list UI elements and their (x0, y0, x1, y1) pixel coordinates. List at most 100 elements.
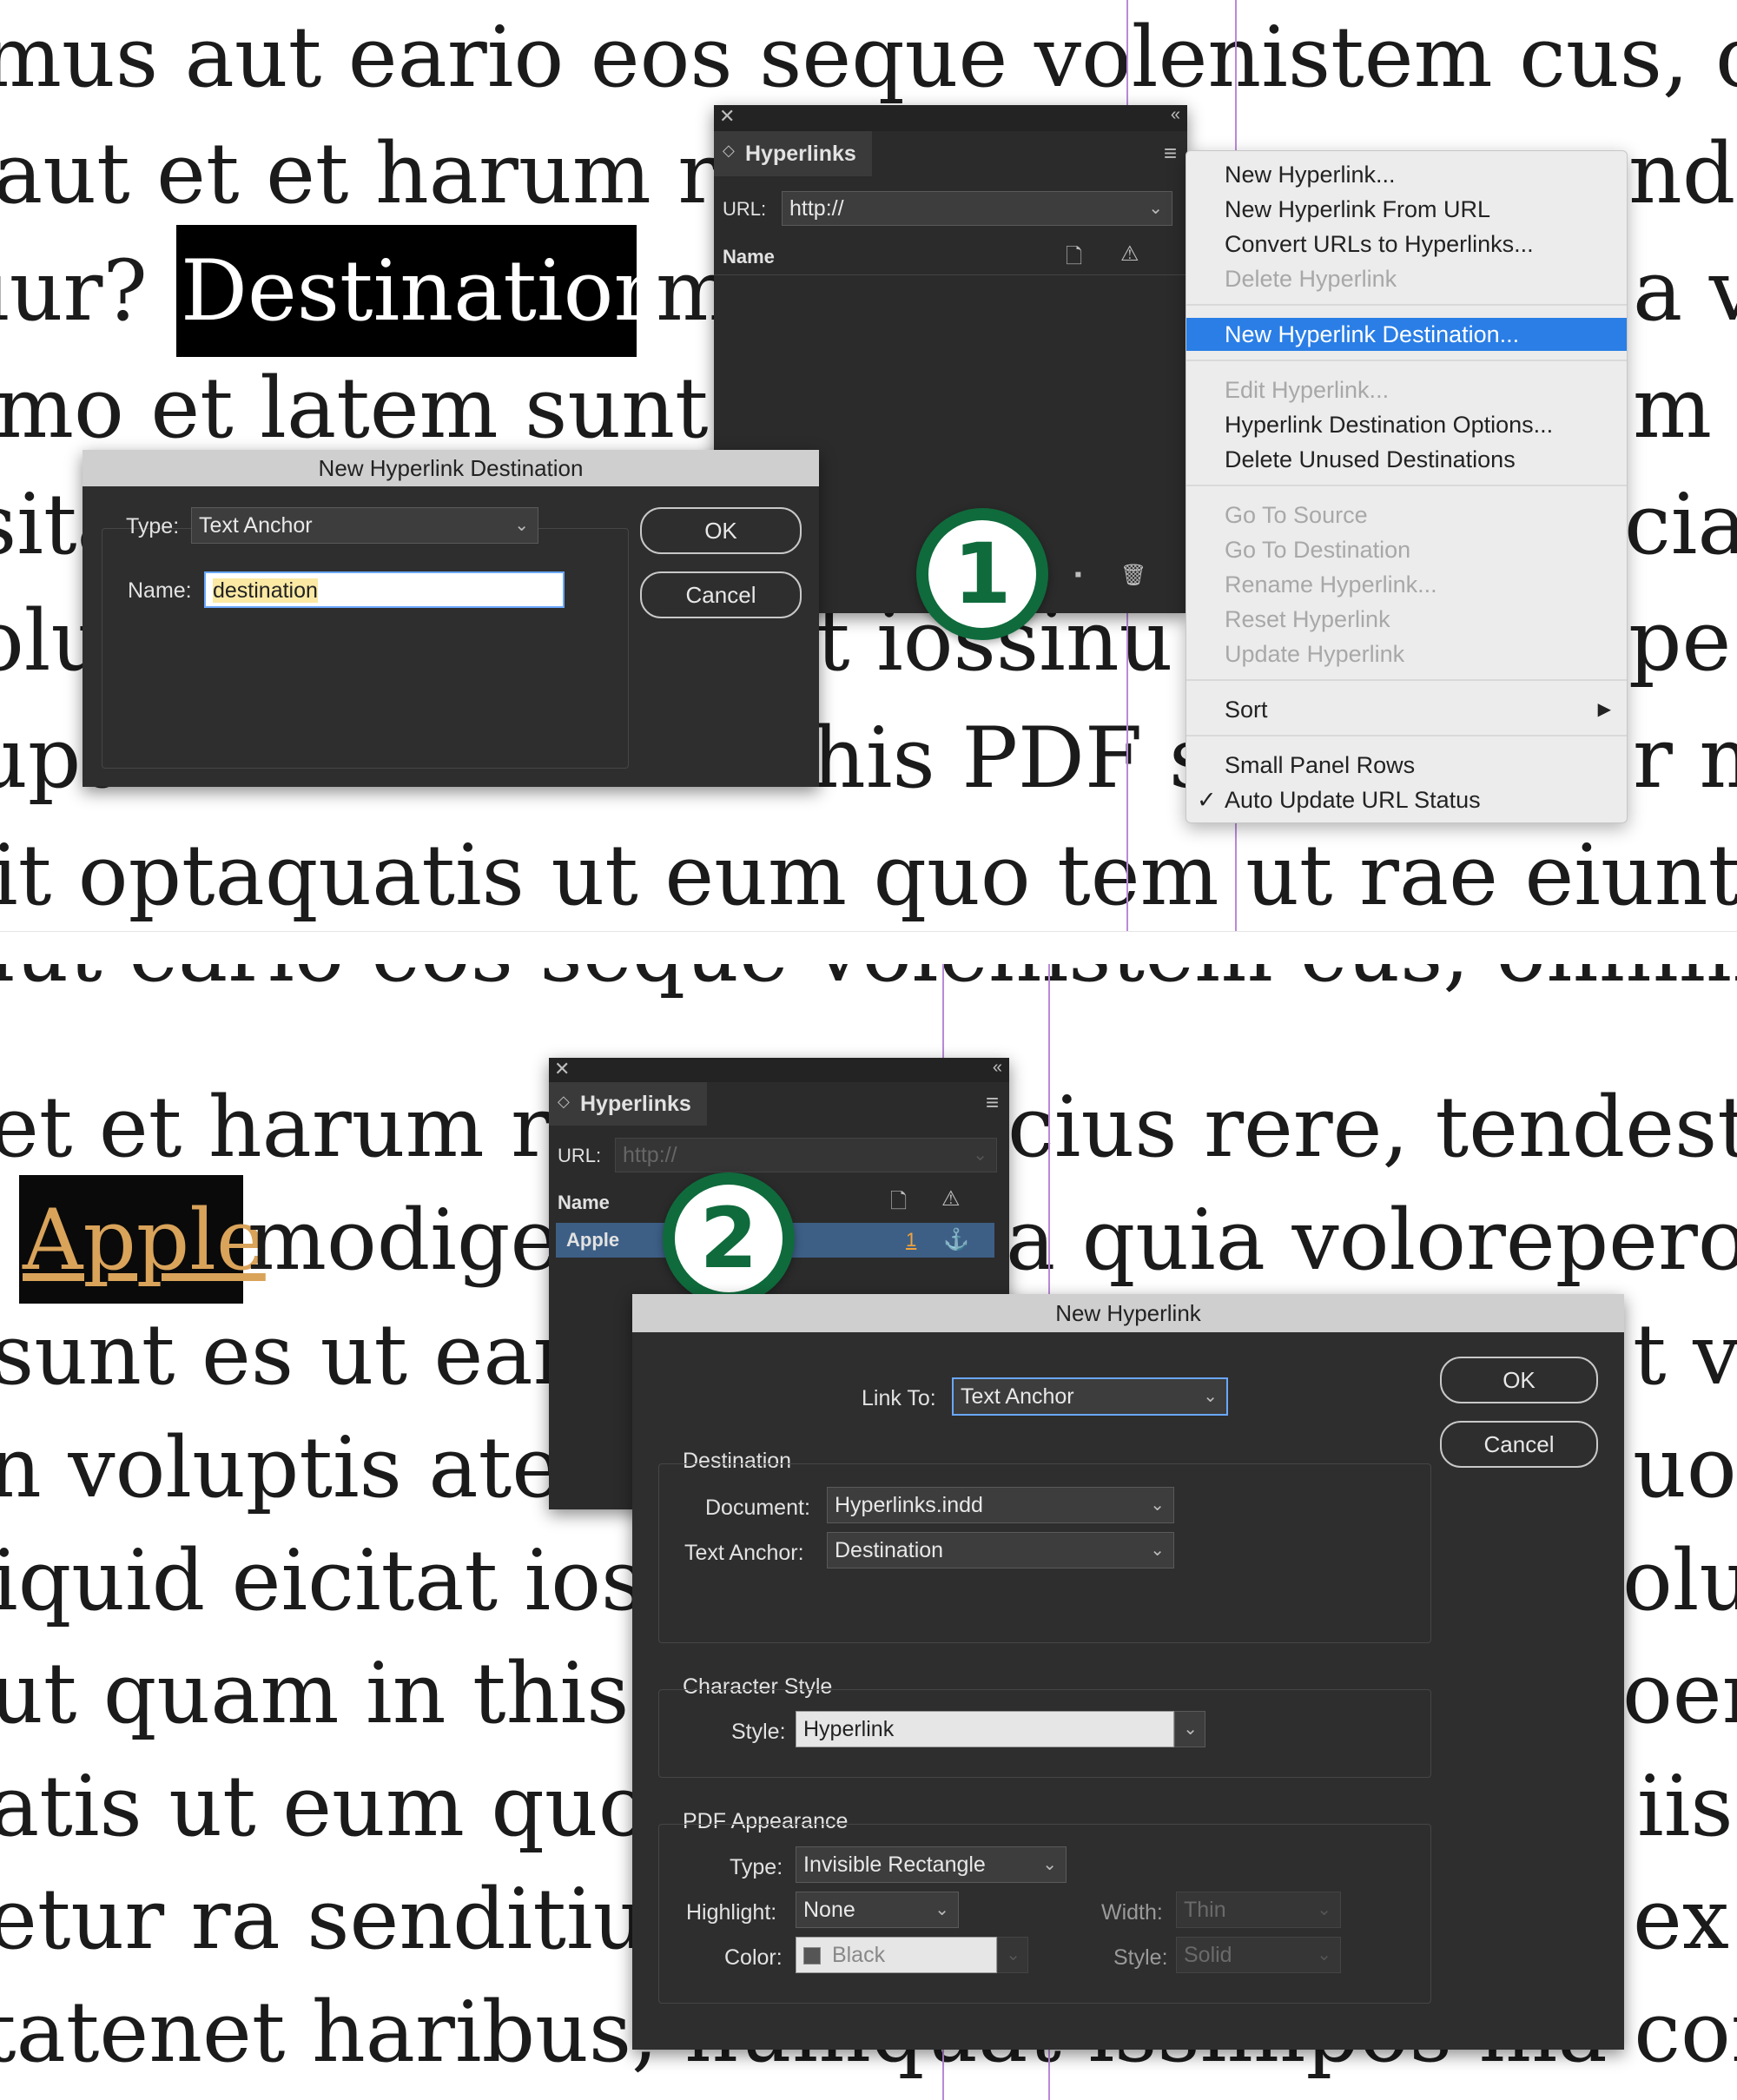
menu-item-new-hyperlink-from-url[interactable]: New Hyperlink From URL (1186, 193, 1627, 226)
body-text-fragment: modige (248, 1192, 560, 1289)
chevron-down-icon[interactable]: ⌄ (514, 508, 529, 543)
menu-item-convert-urls[interactable]: Convert URLs to Hyperlinks... (1186, 228, 1627, 261)
panel-header-strip: ✕ « (714, 105, 1187, 131)
url-value: http:// (789, 196, 844, 221)
document-value: Hyperlinks.indd (835, 1493, 983, 1517)
body-text-line: sunt es ut earu (0, 1306, 627, 1403)
tab-hyperlinks[interactable]: ◇ Hyperlinks (714, 131, 872, 176)
new-hyperlink-dialog: New Hyperlink Link To: Text Anchor ⌄ OK … (632, 1294, 1624, 2050)
border-style-select[interactable]: Solid ⌄ (1176, 1937, 1341, 1973)
text-anchor-select[interactable]: Destination ⌄ (827, 1532, 1174, 1568)
link-to-select[interactable]: Text Anchor ⌄ (952, 1377, 1228, 1416)
color-dropdown[interactable]: ⌄ (997, 1937, 1028, 1973)
menu-item-auto-update-url-status[interactable]: ✓ Auto Update URL Status (1186, 783, 1627, 816)
menu-separator (1186, 485, 1627, 486)
chevron-down-icon[interactable]: ⌄ (1183, 1712, 1198, 1747)
body-text-fragment: t vo (1633, 1306, 1737, 1403)
page-icon: 🗋 (890, 1190, 908, 1213)
character-style-dropdown[interactable]: ⌄ (1174, 1711, 1205, 1747)
type-label: Type: (126, 514, 180, 538)
body-text-fragment: m v (1633, 360, 1737, 457)
width-select[interactable]: Thin ⌄ (1176, 1892, 1341, 1928)
menu-item-delete-unused-destinations[interactable]: Delete Unused Destinations (1186, 443, 1627, 476)
menu-item-edit-hyperlink[interactable]: Edit Hyperlink... (1186, 373, 1627, 406)
ok-button[interactable]: OK (1440, 1357, 1598, 1403)
chevron-down-icon[interactable]: ⌄ (1150, 1533, 1165, 1568)
row-name: Apple (566, 1229, 620, 1251)
body-text-line: iur? (0, 242, 148, 340)
chevron-down-icon[interactable]: ⌄ (1317, 1892, 1331, 1927)
checkmark-icon: ✓ (1197, 787, 1217, 813)
type-select[interactable]: Text Anchor ⌄ (191, 507, 538, 544)
chevron-down-icon[interactable]: ⌄ (1042, 1847, 1057, 1882)
menu-item-rename-hyperlink[interactable]: Rename Hyperlink... (1186, 568, 1627, 601)
menu-item-small-panel-rows[interactable]: Small Panel Rows (1186, 749, 1627, 782)
tab-label: Hyperlinks (580, 1092, 691, 1116)
menu-item-reset-hyperlink[interactable]: Reset Hyperlink (1186, 603, 1627, 636)
chevron-down-icon[interactable]: ⌄ (935, 1892, 949, 1927)
panel-menu-icon[interactable]: ≡ (986, 1089, 999, 1116)
chevron-down-icon[interactable]: ⌄ (1148, 192, 1163, 225)
body-text-line: mus aut eario eos seque volenistem cus, … (0, 9, 1737, 106)
close-icon[interactable]: ✕ (719, 105, 735, 128)
warning-icon: ⚠ (941, 1187, 961, 1211)
menu-separator (1186, 360, 1627, 361)
chevron-down-icon[interactable]: ⌄ (1006, 1938, 1020, 1972)
chevron-down-icon[interactable]: ⌄ (1203, 1379, 1218, 1414)
body-text-line: n voluptis atec (0, 1419, 608, 1516)
dialog-title: New Hyperlink (632, 1294, 1624, 1332)
document-select[interactable]: Hyperlinks.indd ⌄ (827, 1487, 1174, 1523)
chevron-down-icon[interactable]: ⌄ (973, 1139, 987, 1172)
tab-hyperlinks[interactable]: ◇ Hyperlinks (549, 1082, 707, 1126)
name-input[interactable]: destination (204, 571, 565, 608)
hyperlink-word-apple: Apple (23, 1192, 266, 1289)
screenshot-step-2: aut eario eos seque volenistem cus, omni… (0, 964, 1737, 2100)
menu-item-new-hyperlink-destination[interactable]: New Hyperlink Destination... (1186, 318, 1627, 351)
highlight-select[interactable]: None ⌄ (796, 1892, 959, 1928)
menu-item-go-to-destination[interactable]: Go To Destination (1186, 533, 1627, 566)
page-icon: 🗋 (1066, 245, 1083, 268)
menu-separator (1186, 304, 1627, 306)
close-icon[interactable]: ✕ (554, 1058, 570, 1080)
row-page-link[interactable]: 1 (906, 1229, 916, 1251)
submenu-arrow-icon: ▶ (1597, 700, 1611, 719)
name-column-header: Name (558, 1192, 610, 1213)
menu-separator (1186, 735, 1627, 736)
cancel-button[interactable]: Cancel (1440, 1421, 1598, 1468)
menu-separator (1186, 679, 1627, 681)
pdf-type-select[interactable]: Invisible Rectangle ⌄ (796, 1846, 1067, 1883)
panel-menu-icon[interactable]: ≡ (1164, 140, 1177, 167)
color-value: Black (831, 1943, 886, 1967)
body-text-line: mo et latem sunt es (0, 360, 828, 457)
menu-item-sort[interactable]: Sort ▶ (1186, 693, 1627, 726)
body-text-line: ut quam in this P (0, 1645, 712, 1742)
menu-item-go-to-source[interactable]: Go To Source (1186, 499, 1627, 532)
text-anchor-label: Text Anchor: (684, 1541, 804, 1565)
url-field[interactable]: http:// ⌄ (782, 191, 1172, 226)
chevron-down-icon[interactable]: ⌄ (1150, 1488, 1165, 1522)
collapse-icon[interactable]: « (993, 1058, 1002, 1078)
menu-item-destination-options[interactable]: Hyperlink Destination Options... (1186, 408, 1627, 441)
hyperlinks-panel-menu: New Hyperlink... New Hyperlink From URL … (1186, 150, 1628, 823)
url-field[interactable]: http:// ⌄ (615, 1138, 997, 1172)
menu-item-update-hyperlink[interactable]: Update Hyperlink (1186, 637, 1627, 670)
cancel-button[interactable]: Cancel (640, 571, 802, 618)
collapse-icon[interactable]: « (1171, 105, 1180, 125)
chevron-down-icon[interactable]: ⌄ (1317, 1938, 1331, 1972)
highlight-value: None (803, 1898, 855, 1922)
body-text-fragment: oeru (1622, 1645, 1737, 1742)
new-hyperlink-icon[interactable]: ▪ (1074, 563, 1082, 587)
body-text-line: iquid eicitat iossi (0, 1532, 714, 1629)
color-select[interactable]: Black (796, 1937, 997, 1973)
menu-item-new-hyperlink[interactable]: New Hyperlink... (1186, 158, 1627, 191)
width-value: Thin (1184, 1898, 1226, 1922)
trash-icon[interactable]: 🗑 (1120, 563, 1146, 588)
ok-button[interactable]: OK (640, 507, 802, 554)
border-style-value: Solid (1184, 1943, 1232, 1967)
tab-label: Hyperlinks (745, 142, 856, 166)
menu-item-delete-hyperlink[interactable]: Delete Hyperlink (1186, 262, 1627, 295)
body-text-line: aut et et harum rep (0, 125, 821, 222)
character-style-select[interactable]: Hyperlink (796, 1711, 1174, 1747)
anchor-icon: ⚓ (943, 1228, 969, 1251)
body-text-fragment: iis (1637, 1758, 1734, 1855)
